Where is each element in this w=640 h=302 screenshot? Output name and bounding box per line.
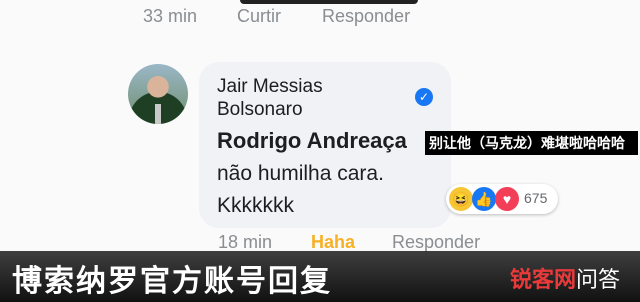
video-caption: 博索纳罗官方账号回复 (12, 265, 332, 298)
verified-badge-icon: ✓ (415, 88, 433, 106)
overlay-annotation: 别让他（马克龙）难堪啦哈哈哈 (425, 131, 638, 155)
mentioned-user[interactable]: Rodrigo Andreaça (217, 128, 407, 154)
watermark-suffix: 问答 (576, 267, 621, 292)
haha-reaction-link[interactable]: Haha (311, 232, 355, 253)
media-edge (240, 0, 418, 4)
reply-link[interactable]: Responder (322, 6, 410, 27)
love-icon: ♥ (495, 187, 519, 211)
comment-time: 18 min (218, 232, 273, 252)
avatar[interactable] (128, 64, 188, 124)
watermark: 锐客网问答 (510, 262, 620, 294)
watermark-brand: 锐客网 (510, 267, 577, 292)
haha-icon: 😆 (449, 187, 473, 211)
comment-text: não humilha cara. Kkkkkkk (217, 162, 384, 217)
reaction-count: 675 (524, 190, 548, 206)
previous-comment-time: 33 min (143, 6, 198, 26)
like-icon: 👍 (472, 187, 496, 211)
like-link[interactable]: Curtir (237, 6, 281, 27)
comment-author[interactable]: Jair Messias Bolsonaro (217, 75, 407, 121)
reaction-summary[interactable]: 😆 👍 ♥ 675 (446, 184, 558, 214)
reply-link[interactable]: Responder (392, 232, 480, 253)
